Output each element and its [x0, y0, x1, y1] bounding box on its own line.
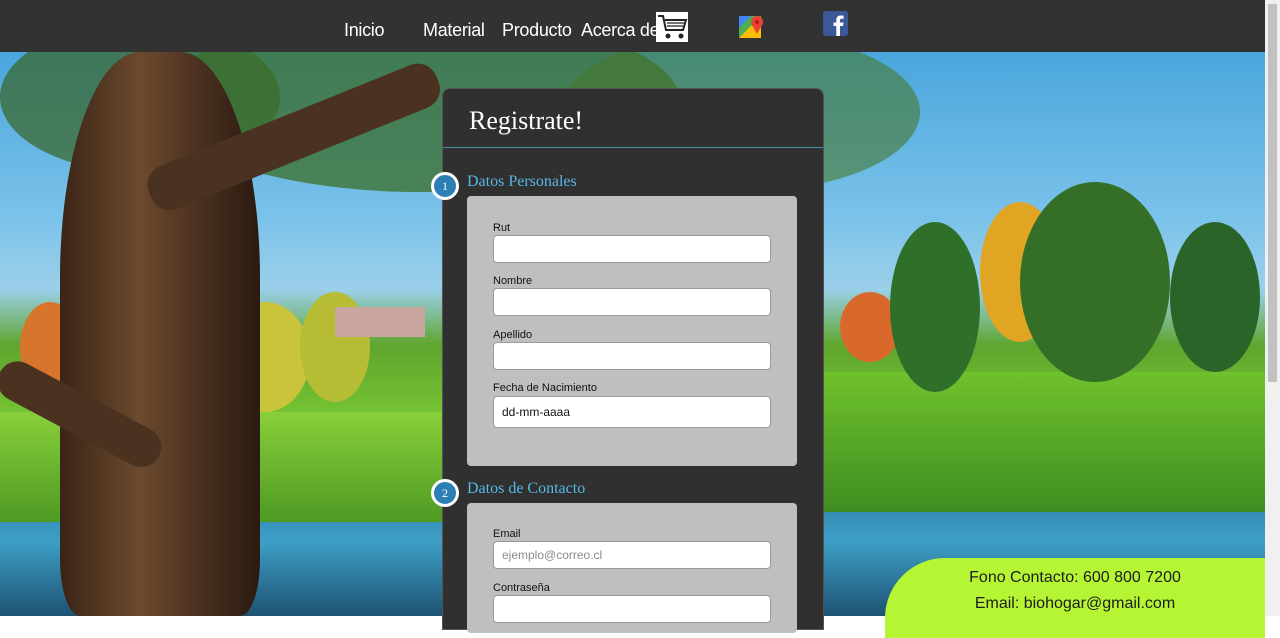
vertical-scrollbar[interactable] — [1265, 0, 1280, 616]
nav-link-material[interactable]: Material — [423, 20, 485, 41]
step-number-badge: 2 — [431, 479, 459, 507]
nav-link-producto[interactable]: Producto — [502, 20, 572, 41]
contact-phone: Fono Contacto: 600 800 7200 — [969, 569, 1181, 586]
contact-email: Email: biohogar@gmail.com — [974, 595, 1176, 612]
title-divider — [443, 147, 823, 148]
section-title-personal-data: Datos Personales — [467, 173, 577, 190]
apellido-label: Apellido — [493, 329, 533, 341]
nav-link-inicio[interactable]: Inicio — [344, 20, 385, 41]
email-input[interactable] — [493, 541, 771, 569]
email-label: Email — [493, 528, 521, 540]
section-title-contact-data: Datos de Contacto — [467, 480, 586, 497]
contact-info-badge: Fono Contacto: 600 800 7200 Email: bioho… — [885, 558, 1265, 638]
password-input[interactable] — [493, 595, 771, 623]
form-title: Registrate! — [469, 106, 584, 135]
step-number-badge: 1 — [431, 172, 459, 200]
apellido-input[interactable] — [493, 342, 771, 370]
shopping-cart-icon[interactable] — [656, 12, 688, 42]
rut-label: Rut — [493, 222, 511, 234]
birthdate-label: Fecha de Nacimiento — [493, 382, 597, 394]
nav-link-acerca-de[interactable]: Acerca de — [581, 20, 660, 41]
google-maps-icon[interactable] — [739, 14, 765, 40]
nombre-label: Nombre — [493, 275, 533, 287]
top-navigation-bar: Inicio Material Producto Acerca de — [0, 0, 1265, 52]
scrollbar-thumb[interactable] — [1268, 4, 1277, 382]
nombre-input[interactable] — [493, 288, 771, 316]
facebook-icon[interactable] — [823, 11, 848, 36]
password-label: Contraseña — [493, 582, 550, 594]
birthdate-input[interactable] — [493, 396, 771, 428]
rut-input[interactable] — [493, 235, 771, 263]
